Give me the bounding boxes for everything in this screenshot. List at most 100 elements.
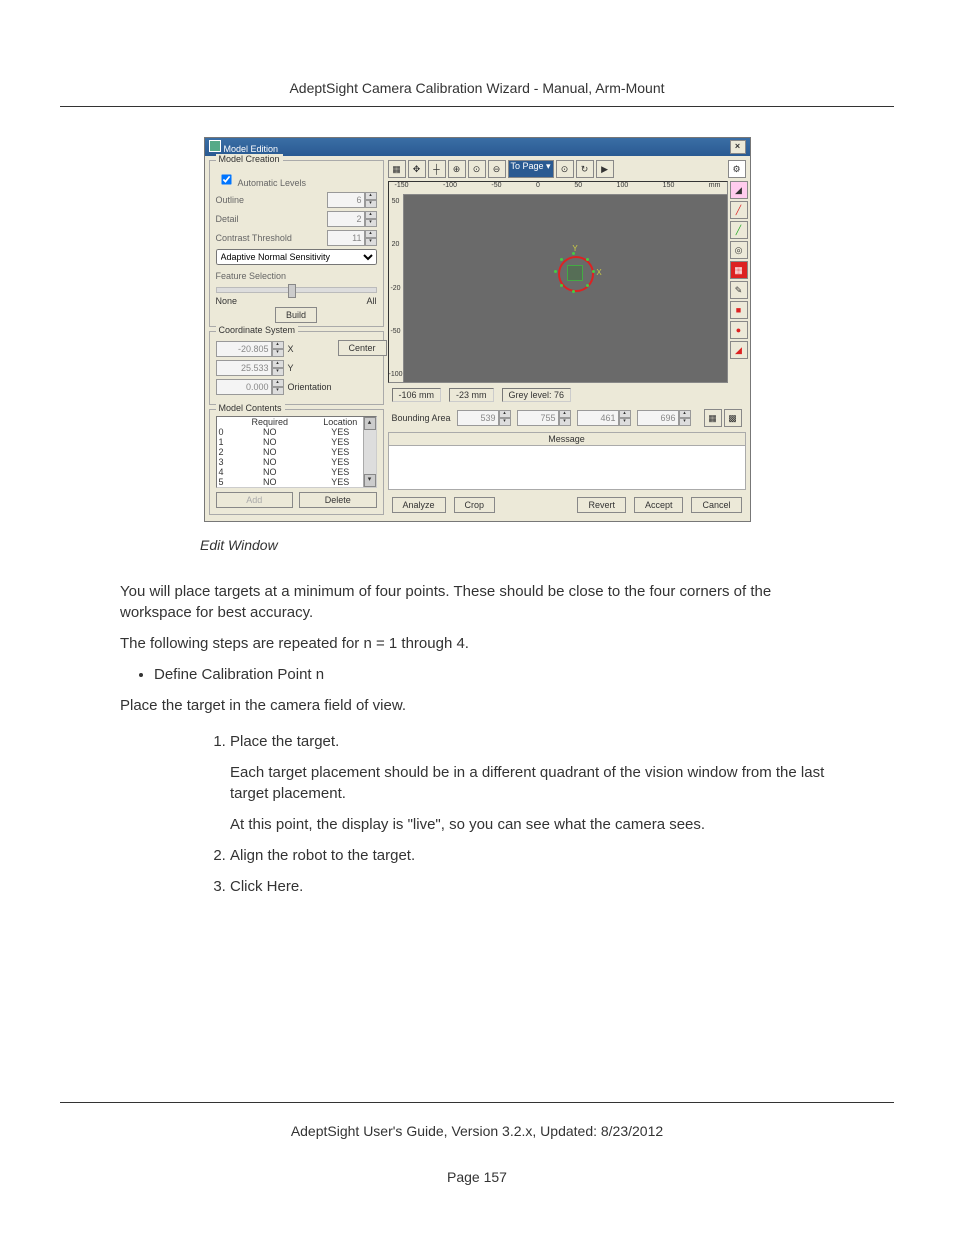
status-x: -106 mm [392,388,442,402]
add-button[interactable]: Add [216,492,294,508]
zoom-in-icon[interactable]: ⊕ [448,160,466,178]
cancel-button[interactable]: Cancel [691,497,741,513]
contents-table[interactable]: RequiredLocation 0NOYES1NOYES2NOYES3NOYE… [216,416,377,488]
eraser-icon[interactable]: ◢ [730,181,748,199]
pointer-icon[interactable]: ▶ [596,160,614,178]
ba-2[interactable]: ▴▾ [517,410,571,426]
model-creation-group: Model Creation Automatic Levels Outline … [209,160,384,327]
ruler-left: 5020-20-50-100 [389,194,404,382]
target-icon[interactable]: ◎ [730,241,748,259]
sensitivity-select[interactable]: Adaptive Normal Sensitivity [216,249,377,265]
step-2: Align the robot to the target. [230,845,834,866]
y-spinner[interactable]: ▴▾ [216,360,284,376]
zoom-out-icon[interactable]: ⊖ [488,160,506,178]
zoom-icon[interactable]: ⊙ [468,160,486,178]
square-icon[interactable]: ■ [730,301,748,319]
table-row[interactable]: 1NOYES [217,437,376,447]
footer-text: AdeptSight User's Guide, Version 3.2.x, … [0,1123,954,1139]
header-rule [60,106,894,107]
sub-place-target: Place the target in the camera field of … [120,695,834,716]
contrast-label: Contrast Threshold [216,233,292,243]
table-row[interactable]: 2NOYES [217,447,376,457]
body-p2: The following steps are repeated for n =… [120,633,834,654]
scrollbar[interactable]: ▴▾ [363,417,376,487]
feature-slider[interactable] [216,287,377,293]
tool-icon[interactable]: ▦ [388,160,406,178]
footer-rule [60,1102,894,1103]
figure-caption: Edit Window [200,537,894,553]
message-box: Message [388,432,746,490]
revert-button[interactable]: Revert [577,497,626,513]
outline-spinner[interactable]: ▴▾ [327,192,377,208]
model-contents-group: Model Contents RequiredLocation 0NOYES1N… [209,409,384,515]
message-header: Message [389,433,745,446]
pen-green-icon[interactable]: ╱ [730,221,748,239]
camera-viewport[interactable]: -150-100-50050100150mm 5020-20-50-100 X … [388,181,728,383]
detail-spinner[interactable]: ▴▾ [327,211,377,227]
orientation-spinner[interactable]: ▴▾ [216,379,284,395]
ba-4[interactable]: ▴▾ [637,410,691,426]
grid-icon[interactable]: ▦ [730,261,748,279]
action-buttons: Analyze Crop Revert Accept Cancel [388,493,746,517]
page-header: AdeptSight Camera Calibration Wizard - M… [60,80,894,96]
ba-1[interactable]: ▴▾ [457,410,511,426]
body-p1: You will place targets at a minimum of f… [120,581,834,623]
bounding-area-row: Bounding Area ▴▾ ▴▾ ▴▾ ▴▾ ▦ ▩ [388,407,746,429]
bullet-define: Define Calibration Point n [154,664,834,685]
ba-3[interactable]: ▴▾ [577,410,631,426]
detail-label: Detail [216,214,239,224]
status-y: -23 mm [449,388,494,402]
x-spinner[interactable]: ▴▾ [216,341,284,357]
automatic-levels-checkbox[interactable]: Automatic Levels [216,170,307,189]
group-title: Model Contents [216,403,285,413]
coordinate-system-group: Coordinate System ▴▾X ▴▾Y ▴▾Orientation … [209,331,384,405]
ruler-top: -150-100-50050100150mm [389,182,727,195]
analyze-button[interactable]: Analyze [392,497,446,513]
group-title: Model Creation [216,154,283,164]
center-button[interactable]: Center [338,340,387,356]
table-row[interactable]: 0NOYES [217,427,376,437]
target-marker: X Y [558,256,590,288]
status-grey: Grey level: 76 [502,388,572,402]
step-1-sub1: Each target placement should be in a dif… [230,762,834,804]
edit-window-screenshot: Model Edition × Model Creation Automatic… [204,137,751,522]
status-bar: -106 mm -23 mm Grey level: 76 [388,386,746,404]
zoom-fit-icon[interactable]: ⊙ [556,160,574,178]
zoom-mode-select[interactable]: To Page ▾ [508,160,554,178]
delete-button[interactable]: Delete [299,492,377,508]
pan-icon[interactable]: ✥ [408,160,426,178]
outline-label: Outline [216,195,245,205]
close-icon[interactable]: × [730,140,746,154]
settings-icon[interactable]: ⚙ [728,160,746,178]
bounding-label: Bounding Area [392,413,451,423]
side-toolbar: ◢ ╱ ╱ ◎ ▦ ✎ ■ ● ◢ [730,181,746,383]
axis-x-label: X [596,268,601,277]
step-3: Click Here. [230,876,834,897]
pen-red-icon[interactable]: ╱ [730,201,748,219]
window-titlebar: Model Edition × [205,138,750,156]
rotate-icon[interactable]: ↻ [576,160,594,178]
build-button[interactable]: Build [275,307,317,323]
table-row[interactable]: 5NOYES [217,477,376,487]
feature-selection-label: Feature Selection [216,271,287,281]
table-row[interactable]: 4NOYES [217,467,376,477]
circle-icon[interactable]: ● [730,321,748,339]
triangle-icon[interactable]: ◢ [730,341,748,359]
orientation-label: Orientation [288,382,332,392]
crosshair-icon[interactable]: ┼ [428,160,446,178]
step-1: Place the target. Each target placement … [230,731,834,835]
crop-button[interactable]: Crop [454,497,496,513]
x-label: X [288,344,294,354]
page-number: Page 157 [0,1169,954,1185]
table-row[interactable]: 3NOYES [217,457,376,467]
viewport-toolbar: ▦ ✥ ┼ ⊕ ⊙ ⊖ To Page ▾ ⊙ ↻ ▶ [388,160,726,178]
brush-icon[interactable]: ✎ [730,281,748,299]
group-title: Coordinate System [216,325,299,335]
none-label: None [216,296,238,306]
y-label: Y [288,363,294,373]
table-row[interactable]: 6NOYES [217,487,376,488]
grid-large-icon[interactable]: ▦ [704,409,722,427]
contrast-spinner[interactable]: ▴▾ [327,230,377,246]
grid-small-icon[interactable]: ▩ [724,409,742,427]
accept-button[interactable]: Accept [634,497,684,513]
